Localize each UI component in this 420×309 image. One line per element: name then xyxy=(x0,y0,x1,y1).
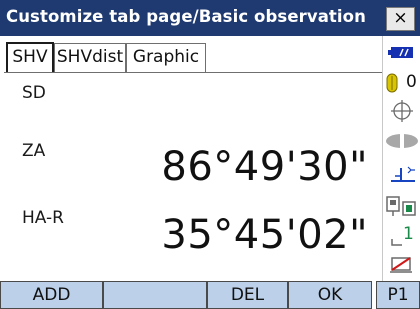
ha-r-value: 35°45'02" xyxy=(161,212,368,258)
tab-divider xyxy=(4,72,382,73)
laser-beam-icon xyxy=(383,132,420,150)
softkey-bar: ADD DEL OK P1 xyxy=(0,281,420,309)
tilt-crosshair-icon xyxy=(383,100,420,122)
measure-mode-row: 1 xyxy=(383,224,420,248)
target-count: 0 xyxy=(406,72,417,92)
battery-icon xyxy=(383,44,420,58)
measure-mode-icon xyxy=(391,239,402,246)
sd-label: SD xyxy=(22,83,46,103)
target-row: 0 xyxy=(383,72,420,94)
ok-button[interactable]: OK xyxy=(288,281,372,309)
tab-shvdist[interactable]: SHVdist xyxy=(54,43,126,72)
communication-icon xyxy=(383,194,420,218)
status-panel: 0 1 xyxy=(382,36,420,281)
tab-shv[interactable]: SHV xyxy=(6,42,54,73)
close-button[interactable]: × xyxy=(386,7,415,31)
observation-panel: SHV SHVdist Graphic SD ZA 86°49'30" HA-R… xyxy=(4,36,382,281)
prism-target-icon xyxy=(386,73,398,93)
add-button[interactable]: ADD xyxy=(0,281,103,309)
za-label: ZA xyxy=(22,141,46,161)
tab-bar: SHV SHVdist Graphic xyxy=(4,36,382,73)
tab-graphic[interactable]: Graphic xyxy=(126,43,206,72)
measure-mode-value: 1 xyxy=(403,224,414,244)
input-mode-icon xyxy=(383,254,420,274)
window-title: Customize tab page/Basic observation xyxy=(6,7,366,26)
page-button[interactable]: P1 xyxy=(376,281,420,309)
level-indicator-icon xyxy=(383,162,420,184)
del-button[interactable]: DEL xyxy=(207,281,288,309)
ha-r-label: HA-R xyxy=(22,208,64,228)
blank-softkey[interactable] xyxy=(103,281,207,309)
title-bar: Customize tab page/Basic observation × xyxy=(0,0,420,36)
za-value: 86°49'30" xyxy=(161,144,368,190)
